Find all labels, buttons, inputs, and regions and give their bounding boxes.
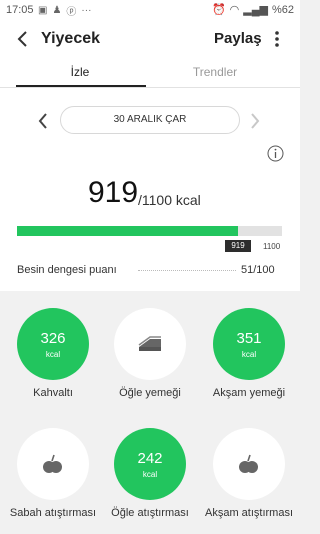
date-selector[interactable]: 30 ARALIK ÇAR bbox=[60, 106, 240, 134]
calorie-progress-fill bbox=[17, 226, 239, 236]
balance-score-value: 51/100 bbox=[241, 264, 275, 276]
meal-circle: 326 kcal bbox=[17, 308, 89, 380]
summary-card: 30 ARALIK ÇAR 919 /1100 kcal 919 1100 Be… bbox=[0, 88, 300, 291]
meal-circle bbox=[17, 428, 89, 500]
meal-unit: kcal bbox=[241, 350, 257, 359]
progress-max-label: 1100 bbox=[263, 242, 281, 251]
meal-aksam-atistirmasi[interactable]: Akşam atıştırması bbox=[201, 428, 297, 520]
image-icon: ▣ bbox=[38, 5, 48, 16]
meal-circle: 351 kcal bbox=[213, 308, 285, 380]
progress-badge: 919 bbox=[225, 240, 251, 252]
tab-bar: İzle Trendler bbox=[0, 58, 300, 88]
status-time: 17:05 bbox=[6, 4, 34, 16]
pinterest-icon: ⓟ bbox=[66, 7, 77, 18]
balance-score-label: Besin dengesi puanı bbox=[17, 264, 117, 276]
info-icon[interactable] bbox=[267, 145, 284, 162]
page-title: Yiyecek bbox=[41, 30, 101, 47]
meal-sabah-atistirmasi[interactable]: Sabah atıştırması bbox=[5, 428, 101, 520]
dotted-leader bbox=[138, 270, 236, 271]
meal-calories: 326 bbox=[40, 330, 66, 347]
meal-unit: kcal bbox=[142, 470, 158, 479]
status-bar: 17:05 ▣ ♟ ⓟ ··· ⏰ ◠ ▂▄▆ %62 bbox=[0, 0, 300, 20]
meal-circle bbox=[114, 308, 186, 380]
share-button[interactable]: Paylaş bbox=[214, 30, 262, 47]
apple-icon bbox=[239, 454, 258, 473]
tab-trendler[interactable]: Trendler bbox=[150, 65, 280, 79]
alarm-icon: ⏰ bbox=[211, 4, 226, 16]
tab-izle[interactable]: İzle bbox=[15, 65, 145, 79]
meal-label: Akşam atıştırması bbox=[204, 507, 294, 519]
wifi-icon: ◠ bbox=[229, 4, 240, 16]
meal-label: Kahvaltı bbox=[33, 387, 73, 399]
meal-ogle-yemegi[interactable]: Öğle yemeği bbox=[102, 308, 198, 400]
person-icon: ♟ bbox=[52, 5, 62, 16]
meal-label: Akşam yemeği bbox=[212, 387, 286, 399]
next-day-icon[interactable] bbox=[248, 111, 262, 131]
app-bar: Yiyecek Paylaş bbox=[0, 20, 300, 58]
calories-target: /1100 kcal bbox=[138, 192, 201, 208]
apple-icon bbox=[43, 454, 62, 473]
meal-circle bbox=[213, 428, 285, 500]
meal-calories: 351 bbox=[236, 330, 262, 347]
meals-grid: 326 kcal Kahvaltı Öğle yemeği 351 kcal A… bbox=[0, 291, 300, 534]
meal-calories: 242 bbox=[137, 450, 163, 467]
calorie-progress-bar bbox=[17, 226, 282, 236]
more-options-icon[interactable] bbox=[270, 29, 284, 49]
previous-day-icon[interactable] bbox=[36, 111, 50, 131]
meal-label: Öğle atıştırması bbox=[111, 507, 189, 519]
meal-aksam-yemegi[interactable]: 351 kcal Akşam yemeği bbox=[201, 308, 297, 400]
meal-unit: kcal bbox=[45, 350, 61, 359]
calories-consumed: 919 bbox=[88, 176, 139, 209]
meal-label: Öğle yemeği bbox=[119, 387, 181, 399]
signal-icon: ▂▄▆ bbox=[243, 4, 268, 16]
back-arrow-icon[interactable] bbox=[14, 30, 32, 48]
meal-circle: 242 kcal bbox=[114, 428, 186, 500]
meal-label: Sabah atıştırması bbox=[9, 507, 97, 519]
sandwich-icon bbox=[138, 336, 161, 351]
meal-kahvalti[interactable]: 326 kcal Kahvaltı bbox=[5, 308, 101, 400]
meal-ogle-atistirmasi[interactable]: 242 kcal Öğle atıştırması bbox=[102, 428, 198, 520]
notification-icons: ▣ ♟ ⓟ ··· bbox=[38, 3, 91, 18]
battery-level: %62 bbox=[271, 3, 294, 16]
more-notifications-icon: ··· bbox=[81, 5, 92, 16]
